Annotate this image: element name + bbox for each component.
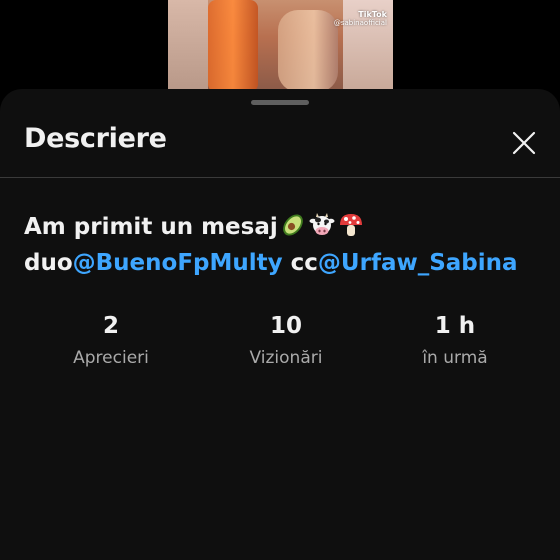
upload-time-label: în urmă xyxy=(422,348,488,368)
mention-link-2[interactable]: @Urfaw_Sabina xyxy=(318,250,518,276)
description-text: Am primit un mesaj xyxy=(24,214,278,240)
views-label: Vizionări xyxy=(249,348,323,368)
screen: TikTok @sabinaofficial Descriere Am prim… xyxy=(0,0,560,560)
tiktok-watermark: TikTok @sabinaofficial xyxy=(334,10,387,28)
stat-views: 10 Vizionări xyxy=(206,311,366,369)
header-divider xyxy=(0,177,560,178)
description-prefix: duo xyxy=(24,250,73,276)
description-line-2: duo@BuenoFpMulty cc@Urfaw_Sabina xyxy=(24,245,544,281)
description-line-1: Am primit un mesaj xyxy=(24,209,544,245)
video-thumbnail[interactable]: TikTok @sabinaofficial xyxy=(168,0,393,92)
description-middle: cc xyxy=(282,250,318,276)
video-description: Am primit un mesaj duo@BuenoFpMulty cc@U… xyxy=(24,209,544,281)
stat-upload-time: 1 h în urmă xyxy=(375,311,535,369)
likes-count: 2 xyxy=(102,313,119,339)
description-sheet: Descriere Am primit un mesaj duo@BuenoFp… xyxy=(0,89,560,560)
video-frame-part xyxy=(168,0,208,92)
video-frame-part xyxy=(208,0,258,92)
video-frame-part xyxy=(278,10,338,92)
views-count: 10 xyxy=(269,313,302,339)
mushroom-icon xyxy=(339,214,362,236)
stat-likes: 2 Aprecieri xyxy=(31,311,191,369)
drag-handle[interactable] xyxy=(251,100,309,105)
cow-face-icon xyxy=(309,213,335,235)
watermark-brand: TikTok xyxy=(358,10,387,19)
close-icon xyxy=(512,131,536,155)
mention-link-1[interactable]: @BuenoFpMulty xyxy=(73,250,283,276)
sheet-title: Descriere xyxy=(24,123,167,154)
close-button[interactable] xyxy=(510,129,538,157)
watermark-handle: @sabinaofficial xyxy=(333,19,387,27)
likes-label: Aprecieri xyxy=(73,348,149,368)
avocado-icon xyxy=(282,214,303,236)
upload-time-value: 1 h xyxy=(434,313,476,339)
stats-row: 2 Aprecieri 10 Vizionări 1 h în urmă xyxy=(0,311,560,381)
